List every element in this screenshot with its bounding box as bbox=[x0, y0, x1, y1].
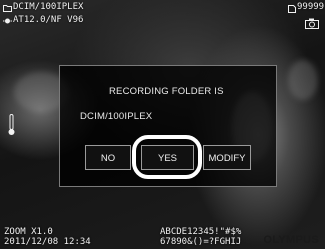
light-source-icon bbox=[3, 18, 12, 24]
camera-icon bbox=[305, 18, 319, 29]
image-glint bbox=[288, 60, 318, 100]
live-image-screen: DCIM/100IPLEX AT12.0/NF V96 99999 RECORD… bbox=[0, 0, 325, 249]
olympus-logo: OLYMPUS bbox=[263, 234, 319, 246]
card-icon bbox=[288, 5, 296, 13]
thermometer-icon bbox=[8, 114, 15, 135]
no-button[interactable]: NO bbox=[85, 145, 131, 170]
datetime-label: 2011/12/08 12:34 bbox=[4, 237, 91, 247]
folder-icon bbox=[3, 5, 12, 12]
modify-button[interactable]: MODIFY bbox=[203, 145, 251, 170]
dialog-message: RECORDING FOLDER IS bbox=[109, 86, 224, 97]
dialog-folder-path: DCIM/100IPLEX bbox=[80, 111, 153, 122]
title-line-2: 67890&()=?FGHIJ bbox=[160, 237, 242, 247]
image-counter: 99999 bbox=[297, 2, 325, 12]
light-setting-label: AT12.0/NF V96 bbox=[13, 15, 84, 25]
folder-label: DCIM/100IPLEX bbox=[13, 2, 84, 12]
yes-button-highlight bbox=[132, 135, 202, 179]
